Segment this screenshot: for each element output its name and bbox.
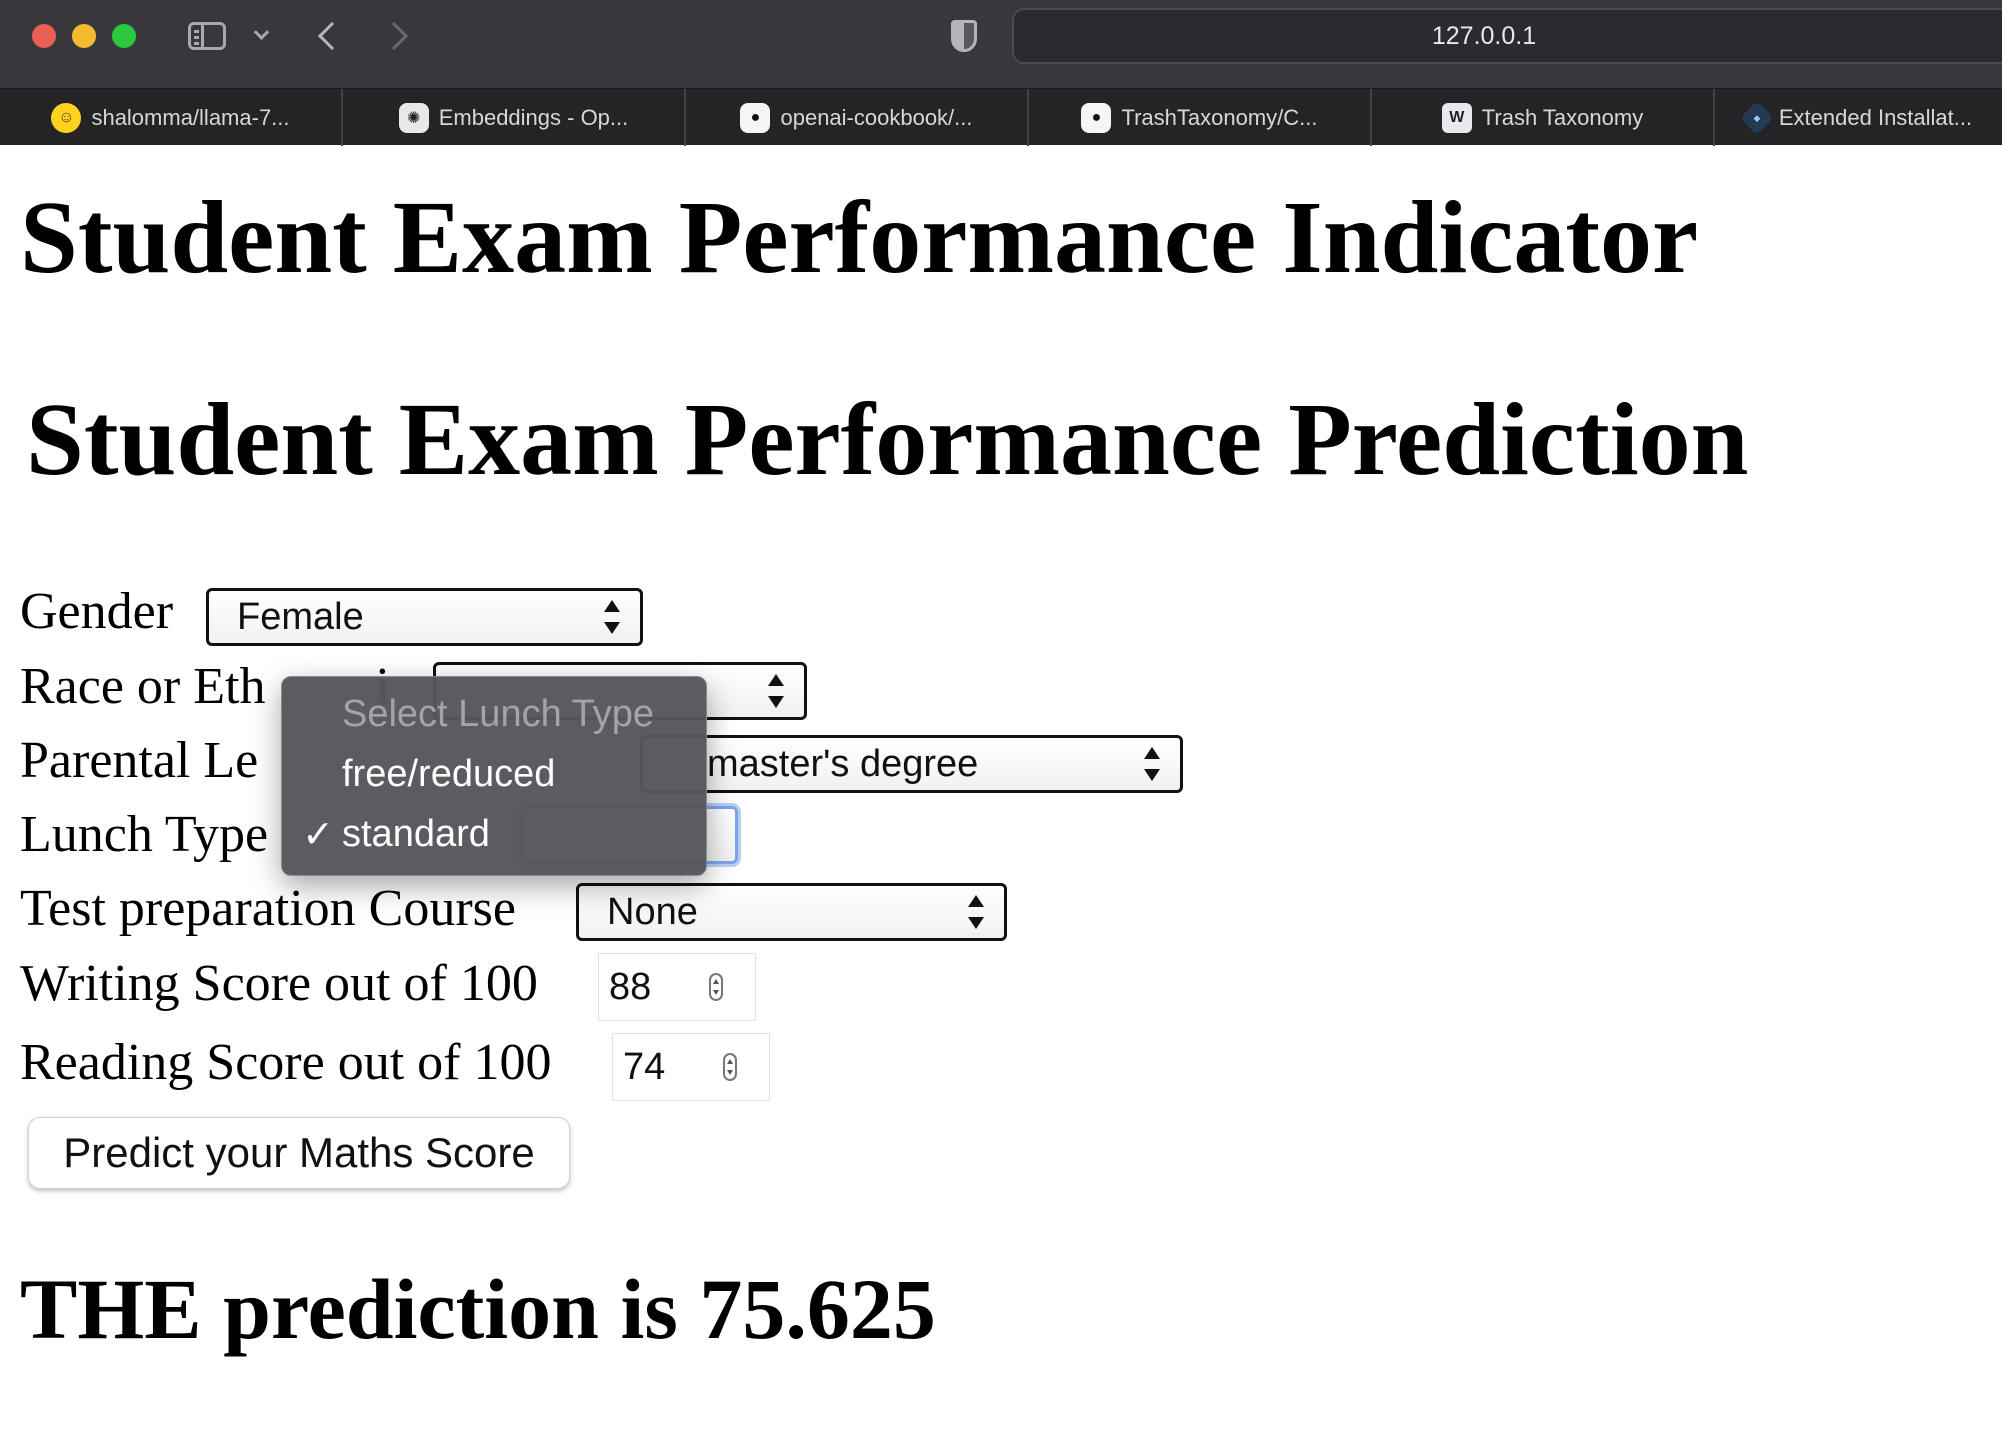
parental-select[interactable]: master's degree xyxy=(640,735,1183,793)
browser-tab[interactable]: ◆ Extended Installat... xyxy=(1715,89,2002,146)
test-prep-value: None xyxy=(607,890,698,933)
chevron-down-icon[interactable] xyxy=(248,14,274,58)
page-subtitle: Student Exam Performance Prediction xyxy=(26,382,1749,497)
writing-score-value: 88 xyxy=(609,965,652,1008)
close-window-button[interactable] xyxy=(32,24,56,48)
w-logo-icon: W xyxy=(1441,102,1472,133)
select-arrows-icon xyxy=(604,600,620,634)
predict-button[interactable]: Predict your Maths Score xyxy=(28,1117,570,1189)
forward-arrow-icon[interactable] xyxy=(379,14,414,58)
tab-label: Extended Installat... xyxy=(1778,104,1973,130)
tab-label: Trash Taxonomy xyxy=(1481,104,1644,130)
privacy-shield-icon[interactable] xyxy=(948,14,980,58)
browser-toolbar: 127.0.0.1 xyxy=(0,0,2002,88)
test-prep-select[interactable]: None xyxy=(576,883,1007,941)
address-bar[interactable]: 127.0.0.1 xyxy=(1012,8,2002,64)
gender-select[interactable]: Female xyxy=(206,588,643,646)
checkmark-icon: ✓ xyxy=(302,813,334,856)
minimize-window-button[interactable] xyxy=(72,24,96,48)
lunch-dropdown-menu: Select Lunch Type free/reduced ✓ standar… xyxy=(281,676,707,876)
option-label: free/reduced xyxy=(342,752,556,795)
extension-icon: ◆ xyxy=(1739,100,1774,135)
github-icon: ● xyxy=(1081,102,1112,133)
page-title: Student Exam Performance Indicator xyxy=(20,180,1699,295)
select-arrows-icon xyxy=(1144,747,1160,781)
github-icon: ● xyxy=(740,102,771,133)
test-prep-label: Test preparation Course xyxy=(20,880,516,937)
zoom-window-button[interactable] xyxy=(112,24,136,48)
parental-value: master's degree xyxy=(707,742,979,785)
browser-tab[interactable]: ● TrashTaxonomy/C... xyxy=(1029,89,1372,146)
openai-icon: ✺ xyxy=(398,102,429,133)
browser-tab[interactable]: ☺ shalomma/llama-7... xyxy=(0,89,343,146)
huggingface-icon: ☺ xyxy=(51,102,82,133)
tab-strip: ☺ shalomma/llama-7... ✺ Embeddings - Op.… xyxy=(0,88,2002,146)
lunch-option-standard[interactable]: ✓ standard xyxy=(282,805,706,863)
writing-label: Writing Score out of 100 xyxy=(20,955,538,1012)
browser-tab[interactable]: ✺ Embeddings - Op... xyxy=(343,89,686,146)
prediction-result: THE prediction is 75.625 xyxy=(20,1261,936,1357)
stepper-icon[interactable] xyxy=(723,1053,737,1081)
tab-label: openai-cookbook/... xyxy=(780,104,973,130)
sidebar-toggle-icon[interactable] xyxy=(186,14,228,58)
lunch-label: Lunch Type xyxy=(20,806,269,863)
reading-label: Reading Score out of 100 xyxy=(20,1034,552,1091)
select-arrows-icon xyxy=(968,895,984,929)
tab-label: Embeddings - Op... xyxy=(438,104,629,130)
select-arrows-icon xyxy=(768,674,784,708)
tab-label: shalomma/llama-7... xyxy=(91,104,290,130)
reading-score-input[interactable]: 74 xyxy=(612,1033,770,1101)
gender-value: Female xyxy=(237,595,364,638)
stepper-icon[interactable] xyxy=(709,973,723,1001)
option-label: standard xyxy=(342,812,490,855)
back-arrow-icon[interactable] xyxy=(312,14,347,58)
parental-label: Parental Le xyxy=(20,732,259,789)
lunch-option-placeholder[interactable]: Select Lunch Type xyxy=(282,685,706,743)
tab-label: TrashTaxonomy/C... xyxy=(1121,104,1318,130)
reading-score-value: 74 xyxy=(623,1045,666,1088)
url-text: 127.0.0.1 xyxy=(1431,21,1537,50)
browser-tab[interactable]: W Trash Taxonomy xyxy=(1372,89,1715,146)
lunch-option-free-reduced[interactable]: free/reduced xyxy=(282,745,706,803)
option-label: Select Lunch Type xyxy=(342,692,654,735)
writing-score-input[interactable]: 88 xyxy=(598,953,756,1021)
gender-label: Gender xyxy=(20,583,174,640)
browser-tab[interactable]: ● openai-cookbook/... xyxy=(686,89,1029,146)
